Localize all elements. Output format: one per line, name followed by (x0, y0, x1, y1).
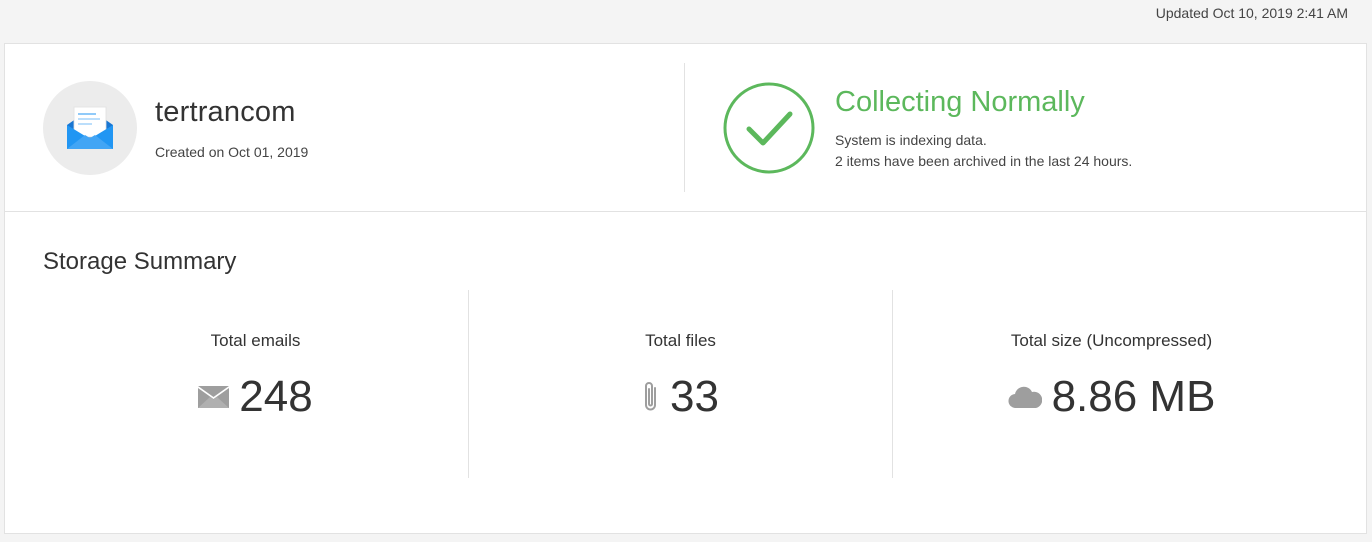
header-divider (684, 63, 685, 192)
storage-summary-title: Storage Summary (43, 248, 237, 275)
stat-value: 248 (239, 372, 313, 421)
stat-value: 8.86 MB (1051, 372, 1216, 421)
stat-label: Total emails (210, 331, 301, 350)
status-archive-message: 2 items have been archived in the last 2… (835, 153, 1133, 169)
account-card: tertrancom Created on Oct 01, 2019 Colle… (4, 43, 1367, 534)
last-updated-text: Updated Oct 10, 2019 2:41 AM (1155, 5, 1348, 21)
stat-value: 33 (670, 372, 719, 421)
check-circle-icon (723, 82, 815, 174)
stat-label: Total files (645, 331, 716, 350)
stat-total-files: Total files 33 (468, 290, 892, 478)
open-envelope-icon (67, 106, 113, 149)
envelope-icon (198, 386, 230, 408)
storage-summary: Storage Summary Total emails 248 Total f… (5, 212, 1366, 534)
account-name: tertrancom (155, 96, 296, 128)
account-created-date: Created on Oct 01, 2019 (155, 144, 309, 160)
stat-total-size: Total size (Uncompressed) 8.86 MB (892, 290, 1330, 478)
stat-total-emails: Total emails 248 (43, 290, 468, 478)
status-message: System is indexing data. (835, 132, 987, 148)
cloud-icon (1008, 386, 1042, 408)
account-header: tertrancom Created on Oct 01, 2019 Colle… (5, 44, 1366, 212)
status-title: Collecting Normally (835, 86, 1085, 118)
account-avatar (43, 81, 137, 175)
paperclip-icon (642, 380, 660, 414)
stat-label: Total size (Uncompressed) (1010, 331, 1213, 350)
